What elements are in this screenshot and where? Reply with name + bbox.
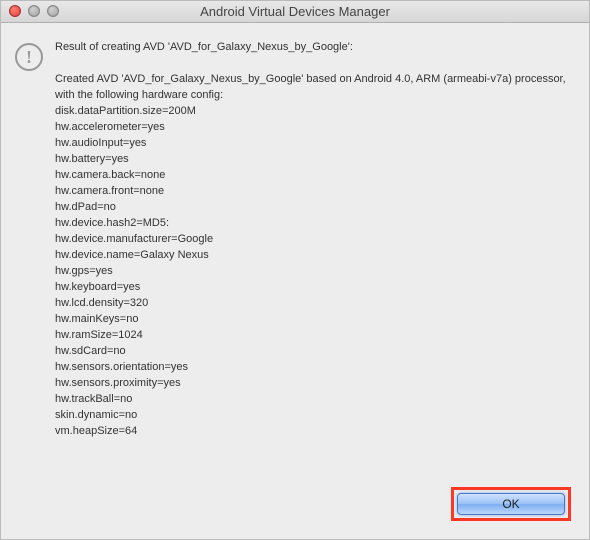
result-header: Result of creating AVD 'AVD_for_Galaxy_N… <box>55 39 571 55</box>
button-row: OK <box>1 479 589 539</box>
config-line: hw.battery=yes <box>55 151 571 167</box>
config-intro: with the following hardware config: <box>55 87 571 103</box>
close-icon[interactable] <box>9 5 21 17</box>
config-line: hw.dPad=no <box>55 199 571 215</box>
maximize-icon[interactable] <box>47 5 59 17</box>
config-line: hw.sensors.orientation=yes <box>55 359 571 375</box>
config-line: hw.lcd.density=320 <box>55 295 571 311</box>
config-line: hw.ramSize=1024 <box>55 327 571 343</box>
window-title: Android Virtual Devices Manager <box>200 4 390 19</box>
config-line: hw.audioInput=yes <box>55 135 571 151</box>
created-line: Created AVD 'AVD_for_Galaxy_Nexus_by_Goo… <box>55 71 571 87</box>
config-line: skin.dynamic=no <box>55 407 571 423</box>
config-list: disk.dataPartition.size=200Mhw.accelerom… <box>55 103 571 439</box>
minimize-icon[interactable] <box>28 5 40 17</box>
ok-button[interactable]: OK <box>457 493 565 515</box>
config-line: hw.device.name=Galaxy Nexus <box>55 247 571 263</box>
config-line: hw.device.hash2=MD5: <box>55 215 571 231</box>
config-line: hw.gps=yes <box>55 263 571 279</box>
info-icon: ! <box>15 43 43 71</box>
config-line: disk.dataPartition.size=200M <box>55 103 571 119</box>
icon-column: ! <box>15 39 51 471</box>
config-line: hw.camera.back=none <box>55 167 571 183</box>
config-line: hw.camera.front=none <box>55 183 571 199</box>
titlebar: Android Virtual Devices Manager <box>1 1 589 23</box>
config-line: hw.sensors.proximity=yes <box>55 375 571 391</box>
config-line: hw.device.manufacturer=Google <box>55 231 571 247</box>
message-text: Result of creating AVD 'AVD_for_Galaxy_N… <box>51 39 575 471</box>
dialog-content: ! Result of creating AVD 'AVD_for_Galaxy… <box>1 23 589 479</box>
config-line: hw.accelerometer=yes <box>55 119 571 135</box>
config-line: vm.heapSize=64 <box>55 423 571 439</box>
config-line: hw.keyboard=yes <box>55 279 571 295</box>
ok-highlight: OK <box>451 487 571 521</box>
config-line: hw.sdCard=no <box>55 343 571 359</box>
window-controls <box>9 5 59 17</box>
config-line: hw.mainKeys=no <box>55 311 571 327</box>
config-line: hw.trackBall=no <box>55 391 571 407</box>
